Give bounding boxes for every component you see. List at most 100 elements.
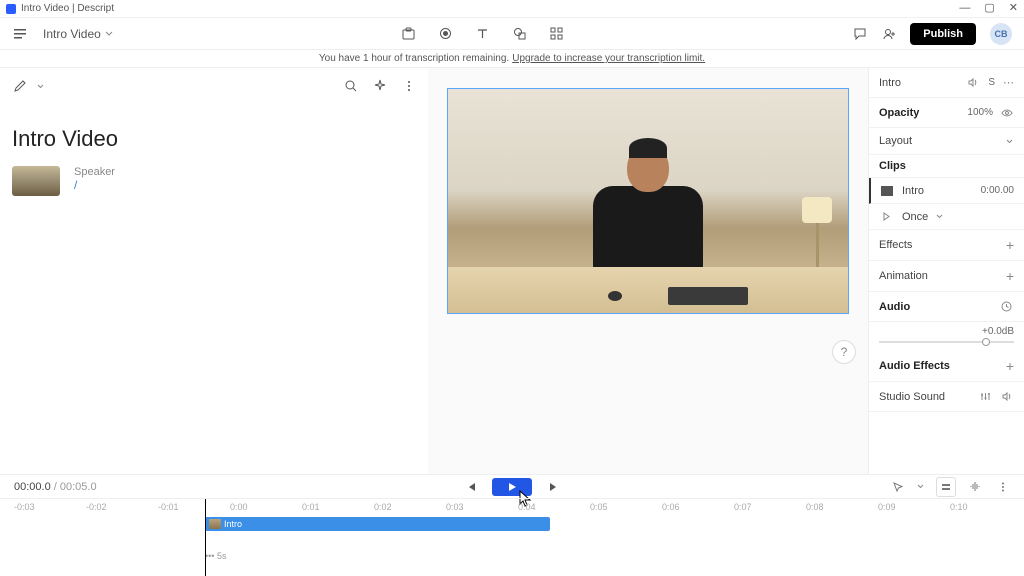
banner-upgrade-link[interactable]: Upgrade to increase your transcription l… xyxy=(512,53,705,64)
clip-time: 0:00.00 xyxy=(981,185,1014,196)
script-title[interactable]: Intro Video xyxy=(12,126,416,152)
layout-label[interactable]: Layout xyxy=(879,135,912,147)
banner-text: You have 1 hour of transcription remaini… xyxy=(319,53,509,64)
sliders-icon[interactable] xyxy=(978,389,993,404)
chat-icon[interactable] xyxy=(852,26,867,41)
animation-label[interactable]: Animation xyxy=(879,270,928,282)
gain-value[interactable]: +0.0dB xyxy=(982,326,1014,337)
canvas-panel: ? xyxy=(428,68,868,474)
lamp-prop xyxy=(802,197,832,267)
shapes-icon[interactable] xyxy=(512,26,527,41)
main-toolbar: Intro Video Publish CB xyxy=(0,18,1024,50)
ruler-tick: 0:02 xyxy=(374,502,392,512)
text-tool-icon[interactable] xyxy=(475,26,490,41)
play-button[interactable] xyxy=(492,478,532,496)
transcription-banner: You have 1 hour of transcription remaini… xyxy=(0,50,1024,68)
ruler-tick: 0:01 xyxy=(302,502,320,512)
ruler-tick: -0:03 xyxy=(14,502,35,512)
project-dropdown[interactable]: Intro Video xyxy=(43,27,113,41)
search-icon[interactable] xyxy=(343,79,358,94)
eye-icon[interactable] xyxy=(999,105,1014,120)
ruler-tick: 0:03 xyxy=(446,502,464,512)
mouse-prop xyxy=(608,291,622,301)
keyboard-prop xyxy=(668,287,748,305)
titlebar: Intro Video | Descript — ▢ ✕ xyxy=(0,0,1024,18)
desk-prop xyxy=(448,267,848,313)
cursor-tool-icon[interactable] xyxy=(890,479,905,494)
ruler-tick: 0:04 xyxy=(518,502,536,512)
speaker-small-icon[interactable] xyxy=(965,75,980,90)
transport-bar: 00:00.0 / 00:05.0 xyxy=(0,474,1024,498)
speaker-icon[interactable] xyxy=(999,389,1014,404)
ruler-tick: -0:01 xyxy=(158,502,179,512)
playhead[interactable] xyxy=(205,499,206,576)
gap-marker[interactable]: ••• 5s xyxy=(205,551,226,561)
timeline[interactable]: -0:03 -0:02 -0:01 0:00 0:01 0:02 0:03 0:04 0:05 0… xyxy=(0,498,1024,576)
video-preview[interactable] xyxy=(447,88,849,314)
menu-icon[interactable] xyxy=(12,26,27,41)
ruler-tick: 0:05 xyxy=(590,502,608,512)
clock-icon[interactable] xyxy=(999,299,1014,314)
timeline-view-button[interactable] xyxy=(936,477,956,497)
close-button[interactable]: ✕ xyxy=(1009,3,1018,14)
effects-label[interactable]: Effects xyxy=(879,239,912,251)
clip-icon xyxy=(879,183,894,198)
chevron-down-icon[interactable] xyxy=(1005,137,1014,146)
duration: 00:05.0 xyxy=(60,481,97,493)
timeline-clip[interactable]: Intro xyxy=(205,517,550,531)
clips-label: Clips xyxy=(879,160,906,172)
scene-badge[interactable]: S xyxy=(988,77,995,88)
studio-sound-label[interactable]: Studio Sound xyxy=(879,391,945,403)
clip-name[interactable]: Intro xyxy=(902,185,924,197)
maximize-button[interactable]: ▢ xyxy=(984,3,994,14)
project-name: Intro Video xyxy=(43,27,101,41)
more-horizontal-icon[interactable]: ⋯ xyxy=(1003,76,1014,89)
ruler-tick: -0:02 xyxy=(86,502,107,512)
publish-button[interactable]: Publish xyxy=(910,23,976,45)
add-audio-effect-button[interactable]: + xyxy=(1006,358,1014,374)
opacity-value[interactable]: 100% xyxy=(967,107,993,118)
gain-slider[interactable] xyxy=(879,341,1014,343)
transcript-caret[interactable]: / xyxy=(74,178,115,192)
script-panel: Intro Video Speaker / xyxy=(0,68,428,474)
minimize-button[interactable]: — xyxy=(959,3,970,14)
record-camera-icon[interactable] xyxy=(401,26,416,41)
ruler-tick: 0:09 xyxy=(878,502,896,512)
ruler-tick: 0:08 xyxy=(806,502,824,512)
chevron-down-icon[interactable] xyxy=(936,213,943,220)
app-icon xyxy=(6,4,16,14)
add-effect-button[interactable]: + xyxy=(1006,237,1014,253)
window-title: Intro Video | Descript xyxy=(21,3,114,14)
record-button-icon[interactable] xyxy=(438,26,453,41)
share-user-icon[interactable] xyxy=(881,26,896,41)
ruler-tick: 0:10 xyxy=(950,502,968,512)
chevron-down-icon[interactable] xyxy=(917,483,924,490)
sparkle-icon[interactable] xyxy=(372,79,387,94)
more-vertical-icon[interactable] xyxy=(995,479,1010,494)
waveform-icon[interactable] xyxy=(968,479,983,494)
user-avatar[interactable]: CB xyxy=(990,23,1012,45)
skip-back-button[interactable] xyxy=(463,479,478,494)
speaker-label[interactable]: Speaker xyxy=(74,166,115,178)
ruler-tick: 0:07 xyxy=(734,502,752,512)
add-animation-button[interactable]: + xyxy=(1006,268,1014,284)
ruler-tick: 0:00 xyxy=(230,502,248,512)
skip-forward-button[interactable] xyxy=(546,479,561,494)
audio-effects-label: Audio Effects xyxy=(879,360,950,372)
current-time: 00:00.0 xyxy=(14,481,51,493)
opacity-label: Opacity xyxy=(879,107,919,119)
grid-icon[interactable] xyxy=(549,26,564,41)
ruler-tick: 0:06 xyxy=(662,502,680,512)
help-button[interactable]: ? xyxy=(832,340,856,364)
properties-panel: Intro S ⋯ Opacity 100% Layout Clips Intr… xyxy=(868,68,1024,474)
pen-tool-icon[interactable] xyxy=(12,79,27,94)
timeline-ruler[interactable]: -0:03 -0:02 -0:01 0:00 0:01 0:02 0:03 0:04 0:05 0… xyxy=(14,499,1010,517)
scene-thumbnail[interactable] xyxy=(12,166,60,196)
scene-name[interactable]: Intro xyxy=(879,77,901,89)
loop-mode[interactable]: Once xyxy=(902,211,928,223)
play-small-icon[interactable] xyxy=(879,209,894,224)
chevron-down-icon[interactable] xyxy=(37,83,44,90)
audio-label: Audio xyxy=(879,301,910,313)
more-vertical-icon[interactable] xyxy=(401,79,416,94)
timeline-clip-label: Intro xyxy=(224,519,242,529)
